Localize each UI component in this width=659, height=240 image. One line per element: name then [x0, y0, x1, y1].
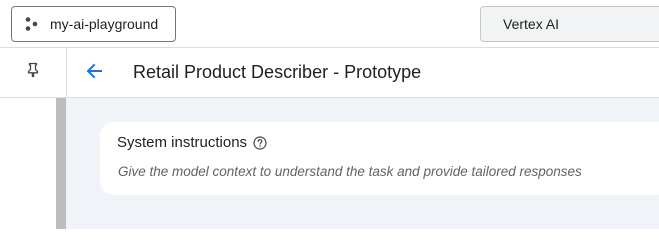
help-circle-icon[interactable] [253, 135, 267, 150]
project-picker-label: my-ai-playground [50, 16, 159, 32]
top-bar: my-ai-playground Vertex AI [0, 0, 659, 48]
page-header: Retail Product Describer - Prototype [0, 48, 659, 98]
back-button[interactable] [82, 61, 106, 85]
system-instructions-heading: System instructions [117, 134, 267, 151]
panel-scrollbar[interactable] [56, 98, 66, 229]
system-instructions-title: System instructions [117, 134, 248, 151]
system-instructions-card[interactable]: System instructions Give the model conte… [100, 122, 659, 195]
pin-button[interactable] [0, 48, 67, 97]
project-picker-button[interactable]: my-ai-playground [11, 6, 176, 42]
arrow-back-icon [84, 61, 104, 86]
search-input-value: Vertex AI [503, 16, 560, 32]
page-title: Retail Product Describer - Prototype [133, 62, 422, 82]
pin-icon [26, 62, 40, 83]
project-dots-icon [24, 16, 40, 32]
system-instructions-input[interactable]: Give the model context to understand the… [118, 164, 582, 179]
left-rail [0, 98, 56, 229]
search-input[interactable]: Vertex AI [480, 6, 659, 42]
